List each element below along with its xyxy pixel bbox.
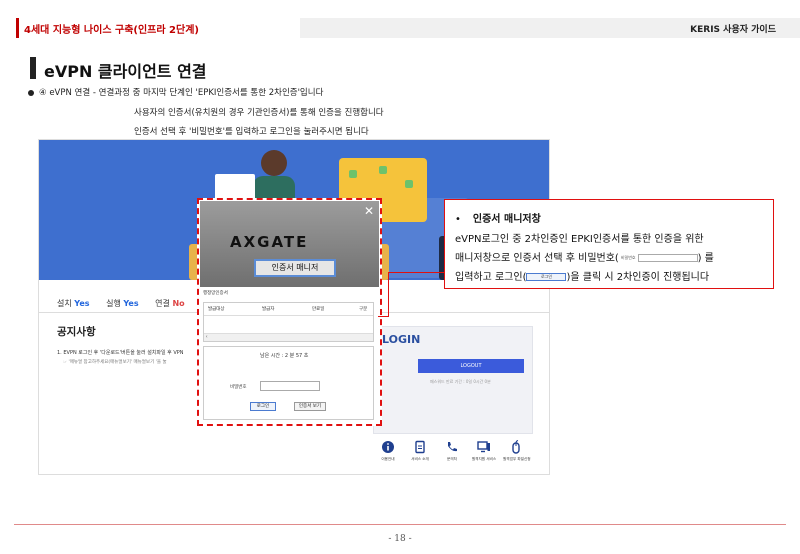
login-button[interactable]: 로그인	[250, 402, 276, 411]
service-contact-button[interactable]: 문의처	[439, 440, 465, 462]
connector-line	[388, 272, 389, 316]
section-title: eVPN 클라이언트 연결	[44, 62, 207, 81]
service-remote-support-button[interactable]: 원격지원 서비스	[471, 440, 497, 462]
callout-text: 입력하고 로그인(	[455, 272, 527, 283]
callout-title-text: 인증서 매니저창	[472, 214, 541, 225]
service-label: 서비스 소개	[411, 457, 429, 461]
service-label: 이용안내	[381, 457, 395, 461]
service-intro-button[interactable]: 서비스 소개	[407, 440, 433, 462]
view-certificate-button[interactable]: 인증서 보기	[294, 402, 326, 411]
service-label: 원격업무 파일신청	[503, 457, 531, 461]
column-header: 발급대상	[208, 307, 225, 312]
mini-password-label: 비밀번호	[620, 255, 636, 260]
password-field[interactable]	[260, 381, 320, 391]
connect-label: 연결	[155, 299, 170, 308]
install-label: 설치	[57, 299, 72, 308]
bullet-line-1: ④ eVPN 연결 - 연결과정 중 마지막 단계인 'EPKI인증서를 통한 …	[28, 86, 323, 98]
notice-title: 공지사항	[57, 326, 96, 338]
header-accent-bar	[16, 18, 19, 38]
connector-line	[378, 316, 389, 317]
certificate-manager-button[interactable]: 인증서 매니저	[254, 259, 336, 277]
notice-subitem: ☞ '매뉴얼 참고하주세요(매뉴얼보기' 매뉴얼보기 '을 눌	[63, 360, 167, 365]
monitor-icon	[477, 441, 490, 453]
connection-status: 설치 Yes 실행 Yes 연결 No	[57, 298, 199, 309]
service-file-request-button[interactable]: 원격업무 파일신청	[503, 440, 531, 462]
dialog-header: ✕ AXGATE 인증서 매니저	[200, 201, 379, 287]
column-header: 만료일	[312, 307, 325, 312]
page-number: - 18 -	[388, 534, 412, 544]
column-header: 발급자	[262, 307, 275, 312]
phone-icon	[448, 442, 457, 452]
explanation-callout: • 인증서 매니저창 eVPN로그인 중 2차인증인 EPKI인증서를 통한 인증…	[444, 199, 774, 289]
close-icon[interactable]: ✕	[364, 204, 374, 218]
mini-login-button: 로그인	[526, 273, 567, 281]
password-label: 비밀번호	[230, 385, 247, 390]
service-icon-row: 이용안내 서비스 소개 문의처 원격지원 서비스 원격업무 파일신청	[373, 436, 533, 474]
run-value: Yes	[123, 299, 139, 308]
axgate-logo: AXGATE	[230, 233, 309, 251]
remaining-time: 남은 시간 : 2 분 57 초	[260, 353, 309, 359]
callout-text: 매니저창으로 인증서 선택 후 비밀번호(	[455, 253, 619, 264]
certificate-table: 발급대상 발급자 만료일 구분 ‹	[203, 302, 374, 342]
password-expiry-text: 패스워드 만료 기간 : 0일 0시간 0분	[430, 379, 491, 384]
header-project-title: 4세대 지능형 나이스 구축(인프라 2단계)	[24, 25, 199, 36]
tab-admin-certificate[interactable]: 행정망인증서	[203, 290, 228, 296]
connect-value: No	[172, 299, 185, 308]
service-guide-button[interactable]: 이용안내	[375, 440, 401, 462]
bullet-line-2: 사용자의 인증서(유치원의 경우 기관인증서)를 통해 인증을 진행합니다	[134, 108, 384, 118]
person-head-graphic	[261, 150, 287, 176]
callout-line-2: 매니저창으로 인증서 선택 후 비밀번호(비밀번호 ) 를	[455, 249, 714, 264]
bullet-dot-icon	[28, 89, 34, 96]
callout-line-3: 입력하고 로그인(로그인)을 클릭 시 2차인증이 진행됩니다	[455, 268, 709, 283]
title-marker	[30, 57, 36, 79]
document-icon	[415, 440, 425, 454]
column-header: 구분	[359, 307, 368, 312]
service-label: 원격지원 서비스	[471, 457, 497, 461]
page-header: 4세대 지능형 나이스 구축(인프라 2단계) KERIS 사용자 가이드	[0, 18, 800, 38]
callout-title: • 인증서 매니저창	[455, 210, 541, 225]
run-label: 실행	[106, 299, 121, 308]
bullet-text-1: ④ eVPN 연결 - 연결과정 중 마지막 단계인 'EPKI인증서를 통한 …	[39, 88, 324, 98]
header-guide-title: KERIS 사용자 가이드	[690, 25, 776, 35]
mini-password-field	[637, 254, 698, 262]
login-title: LOGIN	[382, 333, 421, 346]
info-icon	[382, 441, 394, 453]
callout-text: ) 를	[697, 253, 714, 264]
install-value: Yes	[74, 299, 90, 308]
notice-item[interactable]: 1. EVPN 로그인 후 '다운로드'버튼을 눌러 설치파일 후 VPN	[57, 349, 184, 356]
login-panel: LOGIN LOGOUT 패스워드 만료 기간 : 0일 0시간 0분	[373, 326, 533, 434]
bullet-icon: •	[455, 214, 461, 225]
horizontal-scrollbar[interactable]: ‹	[204, 333, 373, 341]
header-divider	[204, 315, 373, 316]
password-section: 남은 시간 : 2 분 57 초 비밀번호 로그인 인증서 보기	[203, 346, 374, 420]
callout-text: )을 클릭 시 2차인증이 진행됩니다	[566, 272, 710, 283]
callout-line-1: eVPN로그인 중 2차인증인 EPKI인증서를 통한 인증을 위한	[455, 234, 704, 245]
mouse-icon	[512, 440, 520, 454]
certificate-manager-dialog: ✕ AXGATE 인증서 매니저 행정망인증서 발급대상 발급자 만료일 구분 …	[197, 198, 382, 426]
service-label: 문의처	[447, 457, 457, 461]
footer-line	[14, 524, 786, 525]
connector-line	[388, 272, 444, 273]
logout-button[interactable]: LOGOUT	[418, 359, 524, 373]
bullet-line-3: 인증서 선택 후 '비밀번호'를 입력하고 로그인을 눌러주시면 됩니다	[134, 127, 369, 137]
